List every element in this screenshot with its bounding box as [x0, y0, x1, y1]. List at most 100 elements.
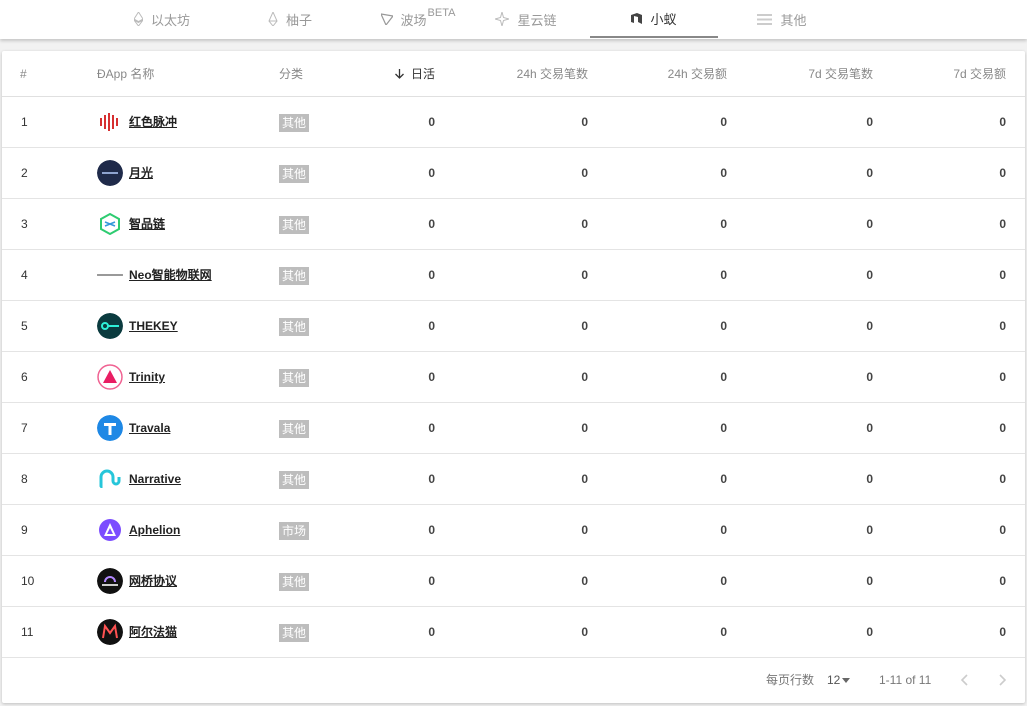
arrow-down-icon [394, 67, 411, 81]
chevron-left-icon [960, 674, 968, 686]
header-vol7d[interactable]: 7d 交易额 [882, 51, 1006, 97]
cell-vol24: 0 [720, 115, 727, 129]
cell-tx24: 0 [581, 523, 588, 537]
category-badge: 其他 [279, 267, 310, 285]
row-rank: 3 [21, 217, 28, 231]
tab-label: 以太坊 [150, 12, 190, 28]
table-row: 7 Travala 其他 0 0 0 0 0 [2, 403, 1025, 454]
dapp-name-link[interactable]: 红色脉冲 [129, 97, 177, 148]
cell-dau: 0 [428, 370, 435, 384]
next-page-button[interactable] [999, 658, 1007, 703]
cell-vol24: 0 [720, 268, 727, 282]
dapp-name-link[interactable]: Aphelion [129, 505, 180, 556]
narrative-logo[interactable] [97, 466, 123, 492]
header-name[interactable]: ĐApp 名称 [97, 51, 154, 97]
dapp-name-link[interactable]: 网桥协议 [129, 556, 177, 607]
dapp-name-link[interactable]: Narrative [129, 454, 181, 505]
tab-label: 柚子 [285, 12, 312, 28]
cell-tx7d: 0 [866, 523, 873, 537]
cell-vol7d: 0 [999, 370, 1006, 384]
cell-vol24: 0 [720, 574, 727, 588]
cell-tx24: 0 [581, 625, 588, 639]
bridge-protocol-logo[interactable] [97, 568, 123, 594]
category-badge: 其他 [279, 420, 310, 438]
table-row: 8 Narrative 其他 0 0 0 0 0 [2, 454, 1025, 505]
cell-tx7d: 0 [866, 370, 873, 384]
header-dau-label: 日活 [410, 67, 435, 81]
row-rank: 8 [21, 472, 28, 486]
cell-dau: 0 [428, 421, 435, 435]
category-badge: 其他 [279, 318, 310, 336]
cell-tx24: 0 [581, 472, 588, 486]
cell-vol7d: 0 [999, 268, 1006, 282]
dapp-name: Trinity [129, 370, 166, 384]
cell-vol7d: 0 [999, 319, 1006, 333]
cell-vol24: 0 [720, 319, 727, 333]
rows-per-page-label: 每页行数 [766, 673, 815, 687]
dapp-name: Neo智能物联网 [129, 268, 212, 282]
cell-vol7d: 0 [999, 217, 1006, 231]
aphelion-logo[interactable] [97, 517, 123, 543]
cell-vol24: 0 [720, 625, 727, 639]
category-badge: 其他 [279, 165, 310, 183]
category-badge: 其他 [279, 216, 310, 234]
cell-tx7d: 0 [866, 166, 873, 180]
tab-ethereum[interactable]: 以太坊 [98, 0, 226, 38]
dapp-name: Narrative [129, 472, 182, 486]
tab-label: 其他 [780, 12, 807, 28]
dapp-name-link[interactable]: Trinity [129, 352, 165, 403]
table-row: 10 网桥协议 其他 0 0 0 0 0 [2, 556, 1025, 607]
header-vol24[interactable]: 24h 交易额 [602, 51, 727, 97]
dapp-name-link[interactable]: Travala [129, 403, 170, 454]
tab-label: 小蚁 [650, 11, 677, 27]
category-badge: 其他 [279, 573, 310, 591]
cell-tx7d: 0 [866, 472, 873, 486]
table-header: # ĐApp 名称 分类 日活 24h 交易笔数 24h 交易额 7d 交易笔数… [2, 51, 1025, 97]
dapp-name: Aphelion [129, 523, 181, 537]
cell-tx7d: 0 [866, 574, 873, 588]
header-category[interactable]: 分类 [279, 51, 303, 97]
tab-nebulas[interactable]: 星云链 [462, 0, 590, 38]
header-tx7d[interactable]: 7d 交易笔数 [742, 51, 873, 97]
prev-page-button[interactable] [960, 658, 968, 703]
travala-logo[interactable] [97, 415, 123, 441]
cell-vol7d: 0 [999, 115, 1006, 129]
dapp-name: 月光 [129, 166, 154, 180]
cell-dau: 0 [428, 115, 435, 129]
dapp-name-link[interactable]: 阿尔法猫 [129, 607, 177, 658]
dapp-name-link[interactable]: Neo智能物联网 [129, 250, 212, 301]
dapp-name: 智品链 [129, 217, 166, 231]
category-badge: 市场 [279, 522, 310, 540]
nebulas-icon [495, 12, 510, 26]
chevron-right-icon [999, 674, 1007, 686]
tab-eos[interactable]: 柚子 [226, 0, 354, 38]
dapp-name-link[interactable]: 智品链 [129, 199, 165, 250]
tab-neo[interactable]: 小蚁 [590, 0, 718, 38]
dapp-name: 阿尔法猫 [129, 625, 178, 639]
thekey-logo[interactable] [97, 313, 123, 339]
dapp-name-link[interactable]: 月光 [129, 148, 153, 199]
table-row: 11 阿尔法猫 其他 0 0 0 0 0 [2, 607, 1025, 658]
alphacat-logo[interactable] [97, 619, 123, 645]
red-pulse-logo[interactable] [97, 109, 123, 135]
row-rank: 5 [21, 319, 28, 333]
rows-per-page-select[interactable]: 12 [827, 658, 851, 703]
moonlight-logo[interactable] [97, 160, 123, 186]
cell-vol24: 0 [720, 166, 727, 180]
neo-iot-logo[interactable] [97, 262, 123, 288]
row-rank: 6 [21, 370, 28, 384]
trinity-logo[interactable] [97, 364, 123, 390]
rows-per-page-value: 12 [827, 673, 841, 687]
header-dau[interactable]: 日活 [332, 51, 435, 97]
dapp-ranking-table: # ĐApp 名称 分类 日活 24h 交易笔数 24h 交易额 7d 交易笔数… [2, 51, 1025, 703]
cell-vol7d: 0 [999, 574, 1006, 588]
dapp-name-link[interactable]: THEKEY [129, 301, 178, 352]
category-badge: 其他 [279, 114, 310, 132]
header-tx24[interactable]: 24h 交易笔数 [462, 51, 588, 97]
zhipin-logo[interactable] [97, 211, 123, 237]
cell-tx24: 0 [581, 421, 588, 435]
dapp-name: THEKEY [129, 319, 178, 333]
cell-vol7d: 0 [999, 472, 1006, 486]
tab-other[interactable]: 其他 [718, 0, 846, 38]
dapp-name: Travala [129, 421, 171, 435]
